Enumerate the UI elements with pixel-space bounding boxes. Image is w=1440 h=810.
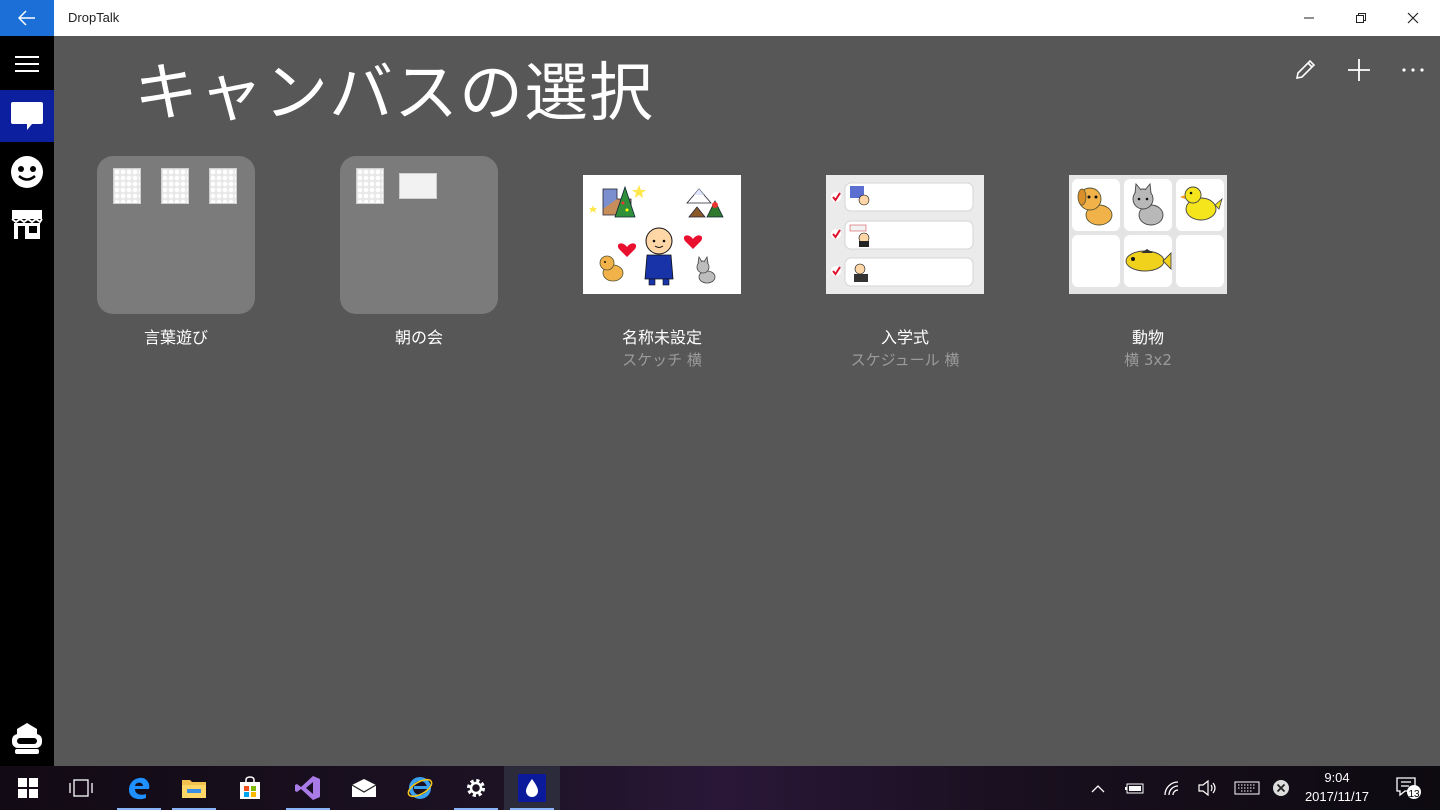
robot-account-icon bbox=[12, 723, 42, 754]
speaker-icon bbox=[1198, 780, 1216, 796]
store-icon bbox=[11, 210, 43, 239]
more-dots-icon bbox=[1402, 68, 1424, 72]
close-button[interactable] bbox=[1386, 0, 1440, 36]
task-view-button[interactable] bbox=[53, 766, 109, 810]
network-button[interactable] bbox=[1160, 766, 1186, 810]
sheet-thumbnail bbox=[209, 168, 237, 204]
edge-icon bbox=[129, 777, 150, 800]
taskbar-visual-studio[interactable] bbox=[280, 766, 336, 810]
keyboard-icon bbox=[1234, 781, 1260, 795]
schedule-illustration bbox=[831, 182, 974, 287]
touch-keyboard-button[interactable] bbox=[1232, 766, 1262, 810]
taskbar-droptalk[interactable] bbox=[504, 766, 560, 810]
sidebar-item-face[interactable] bbox=[0, 146, 54, 198]
wifi-icon bbox=[1164, 781, 1179, 796]
schedule-row bbox=[831, 220, 974, 250]
notification-count-badge: 13 bbox=[1408, 789, 1420, 800]
mail-icon bbox=[351, 779, 377, 797]
taskbar-clock[interactable]: 9:04 2017/11/17 bbox=[1290, 768, 1384, 806]
taskbar-settings[interactable] bbox=[448, 766, 504, 810]
title-bar: DropTalk bbox=[0, 0, 1440, 36]
sketch-thumbnail bbox=[583, 175, 741, 294]
hamburger-menu-button[interactable] bbox=[0, 38, 54, 90]
internet-explorer-icon bbox=[407, 777, 433, 799]
close-icon bbox=[1407, 12, 1419, 24]
sidebar-item-account[interactable] bbox=[0, 712, 54, 764]
sidebar-item-canvas[interactable] bbox=[0, 90, 54, 142]
app-title: DropTalk bbox=[68, 10, 120, 25]
sidebar-item-store[interactable] bbox=[0, 198, 54, 250]
tile-label: 朝の会 bbox=[394, 328, 443, 347]
taskbar-store[interactable] bbox=[222, 766, 278, 810]
start-button[interactable] bbox=[0, 766, 56, 810]
droptalk-app-icon bbox=[518, 774, 546, 802]
sheet-thumbnail bbox=[399, 173, 437, 199]
gear-icon bbox=[467, 779, 485, 797]
error-circle-icon bbox=[1273, 780, 1289, 796]
taskbar-file-explorer[interactable] bbox=[166, 766, 222, 810]
taskbar-internet-explorer[interactable] bbox=[392, 766, 448, 810]
visual-studio-icon bbox=[295, 776, 320, 800]
schedule-row bbox=[831, 257, 974, 287]
plus-icon bbox=[1348, 59, 1370, 81]
battery-button[interactable] bbox=[1122, 766, 1148, 810]
edit-button[interactable] bbox=[1278, 44, 1332, 96]
smiley-face-icon bbox=[11, 156, 43, 188]
minimize-button[interactable] bbox=[1282, 0, 1336, 36]
clock-time: 9:04 bbox=[1324, 770, 1350, 785]
task-view-icon bbox=[69, 779, 93, 797]
schedule-thumbnail bbox=[826, 175, 984, 294]
restore-button[interactable] bbox=[1334, 0, 1388, 36]
more-button[interactable] bbox=[1386, 44, 1440, 96]
tile-label: 入学式 bbox=[880, 328, 929, 347]
back-arrow-icon bbox=[18, 10, 35, 26]
status-error-button[interactable] bbox=[1270, 766, 1292, 810]
show-hidden-icons-button[interactable] bbox=[1086, 766, 1110, 810]
taskbar-mail[interactable] bbox=[336, 766, 392, 810]
sheet-thumbnail bbox=[161, 168, 189, 204]
pencil-icon bbox=[1295, 59, 1316, 80]
animal-grid-illustration bbox=[1072, 179, 1224, 287]
store-bag-icon bbox=[240, 776, 260, 799]
minimize-icon bbox=[1304, 17, 1314, 19]
hamburger-icon bbox=[15, 56, 39, 72]
volume-button[interactable] bbox=[1194, 766, 1220, 810]
main-content: キャンバスの選択 言葉遊び 朝の会 名称未設定 スケッチ 横 入学式 スケジュー… bbox=[54, 36, 1440, 766]
tile-subtitle: スケジュール 横 bbox=[850, 351, 960, 369]
grid-thumbnail bbox=[1069, 175, 1227, 294]
taskbar-edge[interactable] bbox=[111, 766, 167, 810]
tile-label: 動物 bbox=[1131, 328, 1164, 347]
add-button[interactable] bbox=[1332, 44, 1386, 96]
restore-icon bbox=[1356, 13, 1366, 23]
folder-thumbnail bbox=[340, 156, 498, 314]
speech-bubble-icon bbox=[11, 102, 43, 130]
tile-label: 言葉遊び bbox=[143, 328, 208, 347]
page-title: キャンバスの選択 bbox=[134, 57, 654, 131]
windows-logo-icon bbox=[18, 778, 38, 798]
tile-subtitle: 横 3x2 bbox=[1124, 351, 1172, 369]
tile-subtitle: スケッチ 横 bbox=[622, 351, 702, 369]
back-button[interactable] bbox=[0, 0, 54, 36]
action-center-button[interactable]: 13 bbox=[1388, 766, 1428, 810]
taskbar: 9:04 2017/11/17 13 bbox=[0, 766, 1440, 810]
folder-thumbnail bbox=[97, 156, 255, 314]
sidebar bbox=[0, 36, 54, 766]
folder-icon bbox=[182, 780, 206, 798]
sketch-illustration bbox=[589, 185, 724, 286]
schedule-row bbox=[831, 182, 974, 212]
sheet-thumbnail bbox=[356, 168, 384, 204]
sheet-thumbnail bbox=[113, 168, 141, 204]
battery-icon bbox=[1125, 783, 1144, 794]
clock-date: 2017/11/17 bbox=[1304, 789, 1370, 804]
chevron-up-icon bbox=[1091, 784, 1105, 792]
tile-label: 名称未設定 bbox=[621, 328, 702, 347]
